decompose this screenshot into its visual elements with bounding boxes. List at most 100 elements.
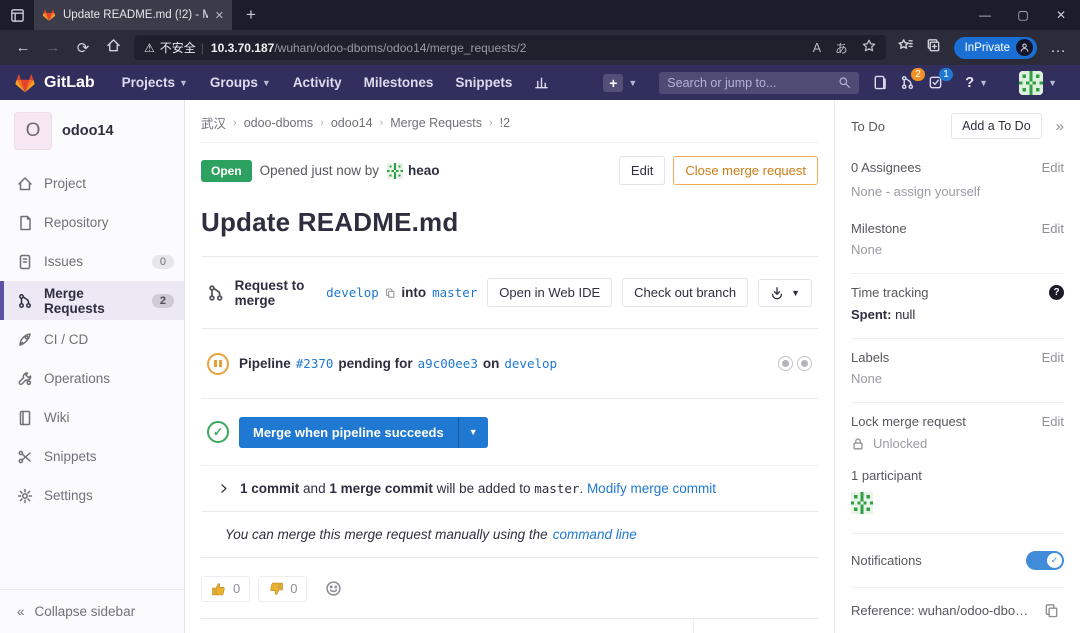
notifications-title: Notifications bbox=[851, 553, 922, 568]
help-icon: ? bbox=[965, 75, 974, 91]
window-close-button[interactable]: ✕ bbox=[1042, 8, 1080, 22]
tab-close-icon[interactable]: ✕ bbox=[215, 9, 224, 22]
milestone-edit-link[interactable]: Edit bbox=[1042, 221, 1064, 236]
window-minimize-button[interactable]: — bbox=[966, 8, 1004, 22]
nav-milestones[interactable]: Milestones bbox=[355, 75, 443, 90]
translate-icon[interactable]: あ bbox=[835, 38, 848, 57]
collapse-sidebar-button[interactable]: « Collapse sidebar bbox=[0, 589, 184, 633]
sidebar-item-snippets[interactable]: Snippets bbox=[0, 437, 184, 476]
activity-filter-dropdown[interactable]: Show all activity ▼ bbox=[693, 619, 818, 633]
thumbsup-button[interactable]: 0 bbox=[201, 576, 250, 602]
chart-icon[interactable] bbox=[525, 75, 558, 90]
copy-branch-icon[interactable] bbox=[385, 286, 396, 300]
nav-snippets[interactable]: Snippets bbox=[446, 75, 521, 90]
add-reaction-button[interactable] bbox=[315, 575, 352, 602]
sidebar-item-operations[interactable]: Operations bbox=[0, 359, 184, 398]
pipeline-on-text: on bbox=[483, 356, 500, 371]
checkout-branch-button[interactable]: Check out branch bbox=[622, 278, 748, 307]
read-aloud-icon[interactable]: A bbox=[813, 41, 821, 55]
collections-icon[interactable] bbox=[926, 38, 941, 58]
chevron-right-icon[interactable] bbox=[217, 482, 230, 495]
todo-count-badge: 1 bbox=[939, 68, 954, 81]
thumbsdown-button[interactable]: 0 bbox=[258, 576, 307, 602]
forward-button[interactable]: → bbox=[38, 39, 68, 56]
command-line-link[interactable]: command line bbox=[553, 527, 637, 542]
modify-merge-commit-link[interactable]: Modify merge commit bbox=[587, 481, 716, 496]
todos-nav-icon[interactable]: 1 bbox=[928, 75, 943, 90]
assignees-title: 0 Assignees bbox=[851, 160, 921, 175]
breadcrumb-group[interactable]: 武汉 bbox=[201, 113, 226, 132]
window-maximize-button[interactable]: ▢ bbox=[1004, 8, 1042, 22]
breadcrumb-mr-id: !2 bbox=[500, 116, 510, 130]
notifications-toggle[interactable]: ✓ bbox=[1026, 551, 1064, 570]
nav-projects[interactable]: Projects▼ bbox=[113, 75, 197, 90]
search-box[interactable] bbox=[659, 72, 859, 94]
copy-reference-icon[interactable] bbox=[1044, 603, 1059, 618]
edit-button[interactable]: Edit bbox=[619, 156, 665, 185]
address-bar[interactable]: ⚠ 不安全 | 10.3.70.187/wuhan/odoo-dboms/odo… bbox=[134, 35, 886, 60]
chevron-right-icon: › bbox=[380, 117, 384, 129]
breadcrumb-subgroup[interactable]: odoo-dboms bbox=[244, 116, 314, 130]
pipeline-id-link[interactable]: #2370 bbox=[296, 356, 334, 371]
sidebar-item-cicd[interactable]: CI / CD bbox=[0, 320, 184, 359]
merge-options-caret[interactable]: ▼ bbox=[458, 417, 488, 448]
search-input[interactable] bbox=[667, 76, 832, 90]
browser-menu-icon[interactable]: … bbox=[1050, 39, 1066, 57]
nav-groups[interactable]: Groups▼ bbox=[201, 75, 280, 90]
add-todo-button[interactable]: Add a To Do bbox=[951, 113, 1042, 139]
brand-name: GitLab bbox=[44, 74, 95, 92]
issues-nav-icon[interactable] bbox=[872, 75, 887, 90]
tab-actions-icon[interactable] bbox=[0, 8, 34, 23]
sidebar-item-wiki[interactable]: Wiki bbox=[0, 398, 184, 437]
security-label[interactable]: 不安全 bbox=[160, 39, 196, 56]
participants-title: 1 participant bbox=[851, 468, 1064, 483]
collapse-right-sidebar-icon[interactable]: » bbox=[1056, 118, 1064, 135]
close-merge-request-button[interactable]: Close merge request bbox=[673, 156, 818, 185]
assign-yourself-link[interactable]: assign yourself bbox=[894, 184, 981, 199]
breadcrumb-project[interactable]: odoo14 bbox=[331, 116, 373, 130]
assignees-edit-link[interactable]: Edit bbox=[1042, 160, 1064, 175]
time-tracking-help-icon[interactable]: ? bbox=[1049, 285, 1064, 300]
commit-sha-link[interactable]: a9c00ee3 bbox=[418, 356, 478, 371]
participant-avatar[interactable] bbox=[851, 492, 873, 514]
smiley-icon bbox=[325, 580, 342, 597]
sidebar-item-issues[interactable]: Issues 0 bbox=[0, 242, 184, 281]
back-button[interactable]: ← bbox=[8, 39, 38, 56]
home-button[interactable] bbox=[98, 38, 128, 57]
thumbs-down-icon bbox=[268, 581, 284, 597]
sidebar-item-merge-requests[interactable]: Merge Requests 2 bbox=[0, 281, 184, 320]
browser-tab[interactable]: Update README.md (!2) - Merg ✕ bbox=[34, 0, 232, 30]
profile-avatar-icon bbox=[1016, 39, 1033, 56]
open-web-ide-button[interactable]: Open in Web IDE bbox=[487, 278, 612, 307]
favorite-star-icon[interactable] bbox=[862, 39, 876, 56]
lock-edit-link[interactable]: Edit bbox=[1042, 414, 1064, 429]
merge-requests-nav-icon[interactable]: 2 bbox=[900, 75, 915, 90]
sidebar-item-settings[interactable]: Settings bbox=[0, 476, 184, 515]
source-branch[interactable]: develop bbox=[326, 285, 379, 300]
pipeline-stage-icon[interactable] bbox=[797, 356, 812, 371]
sidebar-item-repository[interactable]: Repository bbox=[0, 203, 184, 242]
author[interactable]: heao bbox=[387, 163, 440, 179]
user-menu[interactable]: ▼ bbox=[1010, 71, 1066, 95]
merge-when-pipeline-succeeds-button[interactable]: Merge when pipeline succeeds ▼ bbox=[239, 417, 488, 448]
chevron-down-icon: ▼ bbox=[179, 78, 188, 88]
download-dropdown-button[interactable]: ▼ bbox=[758, 279, 812, 307]
mr-title: Update README.md bbox=[201, 207, 818, 238]
pipeline-branch-link[interactable]: develop bbox=[504, 356, 557, 371]
new-tab-button[interactable]: + bbox=[246, 5, 256, 25]
inprivate-badge[interactable]: InPrivate bbox=[954, 37, 1037, 59]
breadcrumb-section[interactable]: Merge Requests bbox=[390, 116, 482, 130]
favorites-bar-icon[interactable] bbox=[898, 38, 913, 58]
mr-count-badge: 2 bbox=[152, 294, 174, 308]
target-branch[interactable]: master bbox=[432, 285, 477, 300]
labels-edit-link[interactable]: Edit bbox=[1042, 350, 1064, 365]
refresh-button[interactable]: ⟳ bbox=[68, 39, 98, 57]
gitlab-logo[interactable]: GitLab bbox=[14, 72, 95, 94]
help-menu[interactable]: ? ▼ bbox=[956, 75, 997, 91]
new-menu-button[interactable]: + ▼ bbox=[594, 74, 646, 92]
nav-activity[interactable]: Activity bbox=[284, 75, 351, 90]
project-header[interactable]: O odoo14 bbox=[0, 100, 184, 164]
pipeline-stage-icon[interactable] bbox=[778, 356, 793, 371]
sidebar-item-project[interactable]: Project bbox=[0, 164, 184, 203]
chevron-down-icon: ▼ bbox=[628, 78, 637, 88]
